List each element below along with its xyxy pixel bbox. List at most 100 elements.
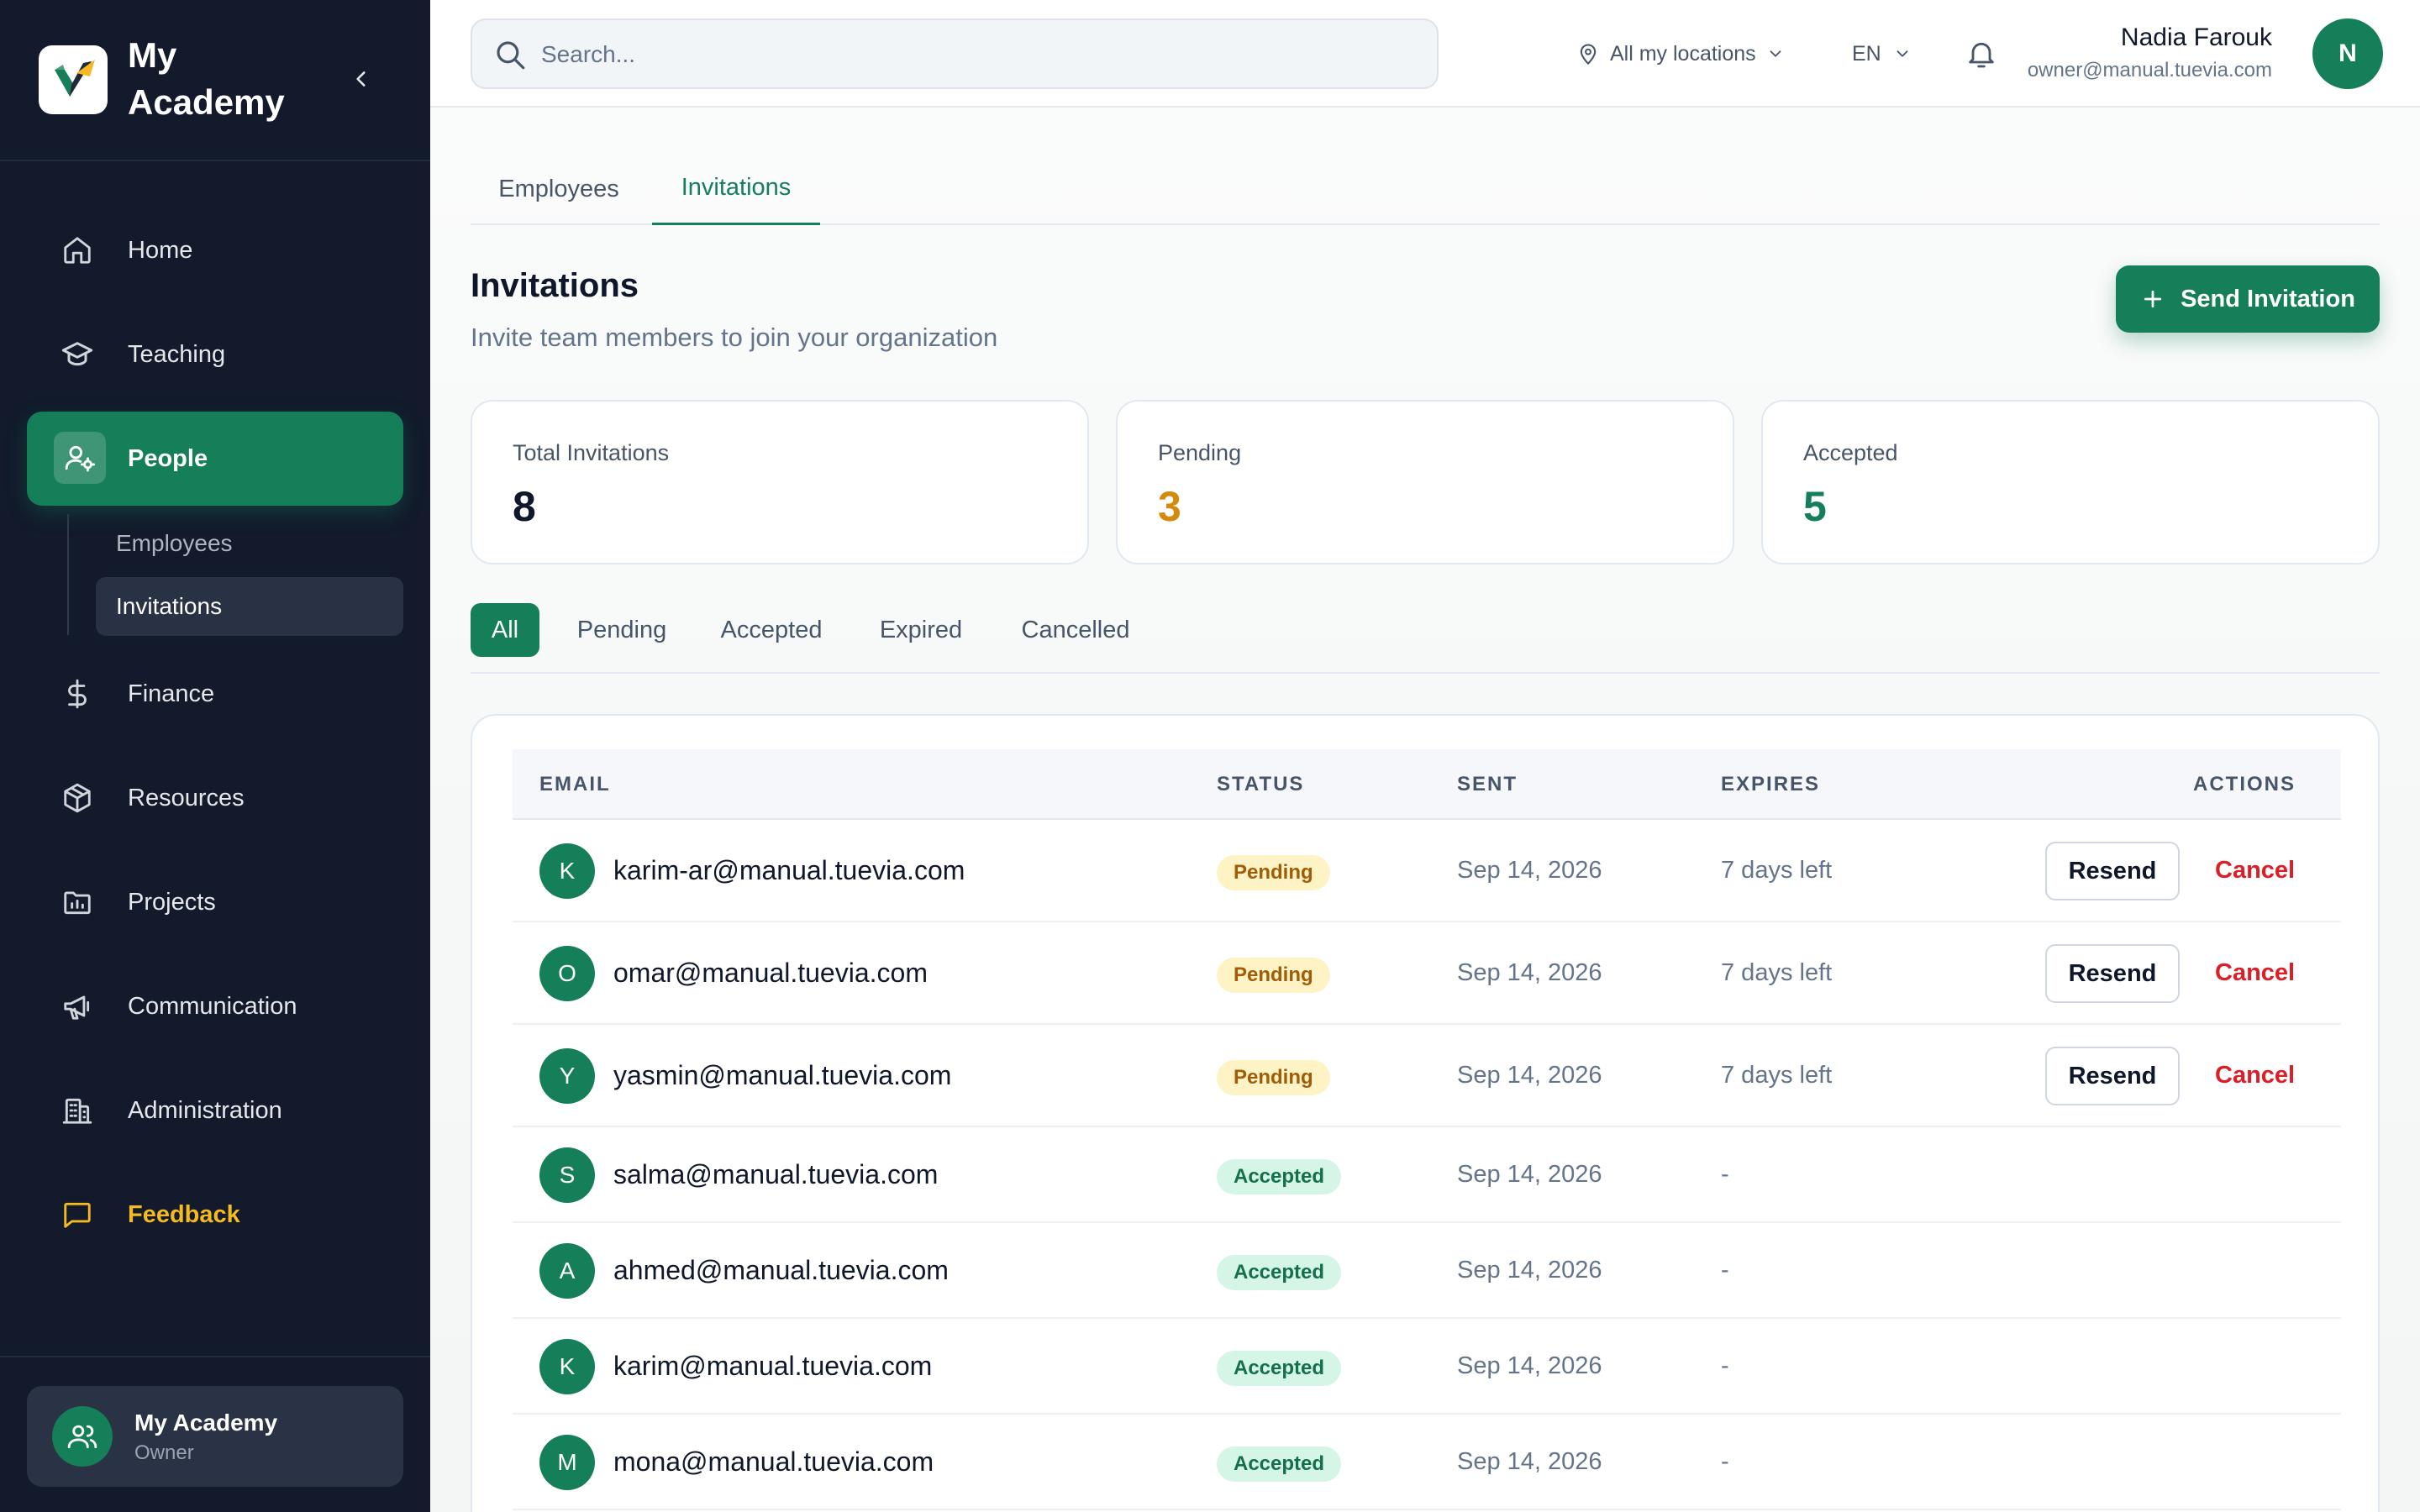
stat-value: 8 — [513, 483, 536, 530]
stat-card-accepted: Accepted 5 — [1761, 400, 2380, 564]
nav-item-people[interactable]: People — [27, 412, 403, 506]
status-badge: Accepted — [1217, 1351, 1342, 1386]
filter-pending[interactable]: Pending — [563, 603, 681, 657]
stat-card-pending: Pending 3 — [1116, 400, 1734, 564]
nav-label-projects: Projects — [128, 888, 216, 916]
table-row: O omar@manual.tuevia.com Pending Sep 14,… — [513, 922, 2341, 1025]
expires-value: 7 days left — [1721, 857, 1833, 884]
map-pin-icon — [1580, 44, 1597, 66]
invite-email: ahmed@manual.tuevia.com — [613, 1255, 949, 1285]
avatar: M — [539, 1435, 595, 1490]
invite-email: omar@manual.tuevia.com — [613, 958, 928, 988]
resend-button[interactable]: Resend — [2045, 842, 2180, 900]
organization-switcher[interactable]: My Academy Owner — [27, 1386, 403, 1487]
stat-label: Total Invitations — [513, 440, 670, 465]
megaphone-icon — [60, 990, 94, 1023]
column-header-actions: ACTIONS — [2193, 773, 2296, 795]
expires-value: - — [1721, 1257, 1729, 1284]
brand-name: My Academy — [128, 35, 285, 122]
chevron-down-icon — [1897, 50, 1908, 57]
expires-value: 7 days left — [1721, 1062, 1833, 1089]
invite-email: salma@manual.tuevia.com — [613, 1159, 939, 1189]
sent-date: Sep 14, 2026 — [1457, 1062, 1602, 1089]
page-subtitle: Invite team members to join your organiz… — [471, 323, 998, 352]
search-input[interactable] — [541, 34, 1415, 76]
sent-date: Sep 14, 2026 — [1457, 1257, 1602, 1284]
table-row: K karim-ar@manual.tuevia.com Pending Sep… — [513, 820, 2341, 922]
resend-button[interactable]: Resend — [2045, 944, 2180, 1003]
status-badge: Pending — [1217, 855, 1330, 890]
invite-email: karim@manual.tuevia.com — [613, 1351, 933, 1381]
tab-employees[interactable]: Employees — [471, 153, 647, 225]
dollar-icon — [60, 677, 94, 711]
user-avatar[interactable]: N — [2312, 18, 2383, 89]
nav-item-communication[interactable]: Communication — [27, 959, 403, 1053]
user-email: owner@manual.tuevia.com — [2027, 59, 2272, 81]
nav-item-finance[interactable]: Finance — [27, 647, 403, 741]
expires-value: - — [1721, 1161, 1729, 1188]
nav-label-finance: Finance — [128, 680, 215, 707]
send-invitation-button[interactable]: Send Invitation — [2116, 265, 2380, 333]
location-selector[interactable]: All my locations — [1576, 34, 1785, 74]
nav-item-feedback[interactable]: Feedback — [27, 1168, 403, 1262]
stat-label: Accepted — [1803, 440, 1898, 465]
nav-item-home[interactable]: Home — [27, 203, 403, 297]
message-square-icon — [60, 1198, 94, 1231]
plus-icon — [2144, 290, 2162, 308]
column-header-status: STATUS — [1217, 773, 1305, 795]
location-label: All my locations — [1610, 41, 1756, 66]
avatar: A — [539, 1243, 595, 1299]
sidebar-subitem-invitations[interactable]: Invitations — [96, 577, 403, 636]
filter-all[interactable]: All — [471, 603, 539, 657]
invite-email: mona@manual.tuevia.com — [613, 1446, 934, 1477]
expires-value: - — [1721, 1448, 1729, 1475]
building-icon — [60, 1094, 94, 1127]
nav-item-administration[interactable]: Administration — [27, 1063, 403, 1158]
notifications-button[interactable] — [1961, 34, 2002, 74]
resend-button[interactable]: Resend — [2045, 1047, 2180, 1105]
language-label: EN — [1852, 41, 1881, 66]
sent-date: Sep 14, 2026 — [1457, 1352, 1602, 1379]
status-badge: Accepted — [1217, 1159, 1342, 1194]
table-header: EMAIL STATUS SENT EXPIRES ACTIONS — [513, 749, 2341, 820]
filter-accepted[interactable]: Accepted — [704, 603, 839, 657]
cancel-link[interactable]: Cancel — [2215, 1062, 2295, 1089]
nav-item-resources[interactable]: Resources — [27, 751, 403, 845]
folder-chart-icon — [60, 885, 94, 919]
users-icon — [52, 1406, 113, 1467]
avatar: K — [539, 843, 595, 899]
language-selector[interactable]: EN — [1852, 34, 1912, 74]
nav-label-home: Home — [128, 236, 193, 264]
home-icon — [60, 234, 94, 267]
search-icon — [497, 41, 525, 70]
filter-expired[interactable]: Expired — [862, 603, 980, 657]
stat-value: 3 — [1158, 483, 1181, 530]
nav-label-feedback: Feedback — [128, 1200, 240, 1228]
column-header-email: EMAIL — [539, 773, 611, 795]
cancel-link[interactable]: Cancel — [2215, 857, 2295, 885]
table-row: A ahmed@manual.tuevia.com Accepted Sep 1… — [513, 1223, 2341, 1319]
sidebar-subitem-employees[interactable]: Employees — [96, 514, 403, 573]
column-header-expires: EXPIRES — [1721, 773, 1821, 795]
invite-email: karim-ar@manual.tuevia.com — [613, 855, 965, 885]
collapse-sidebar-button[interactable] — [345, 62, 378, 96]
avatar: Y — [539, 1048, 595, 1104]
chevron-left-icon — [356, 71, 366, 87]
bell-icon — [1969, 42, 1994, 68]
avatar: O — [539, 946, 595, 1001]
nav-item-teaching[interactable]: Teaching — [27, 307, 403, 402]
nav-label-people: People — [128, 444, 208, 472]
main-content: Employees Invitations Invitations Invite… — [430, 108, 2420, 1512]
status-badge: Accepted — [1217, 1446, 1342, 1482]
academy-logo-icon — [39, 45, 108, 114]
stat-card-total: Total Invitations 8 — [471, 400, 1089, 564]
chevron-down-icon — [1770, 50, 1781, 57]
send-invitation-label: Send Invitation — [2181, 285, 2355, 312]
user-cog-icon — [54, 432, 106, 484]
filter-cancelled[interactable]: Cancelled — [1003, 603, 1148, 657]
cancel-link[interactable]: Cancel — [2215, 959, 2295, 987]
tab-invitations[interactable]: Invitations — [652, 153, 820, 225]
nav-item-projects[interactable]: Projects — [27, 855, 403, 949]
sent-date: Sep 14, 2026 — [1457, 1161, 1602, 1188]
search-box — [471, 18, 1439, 89]
